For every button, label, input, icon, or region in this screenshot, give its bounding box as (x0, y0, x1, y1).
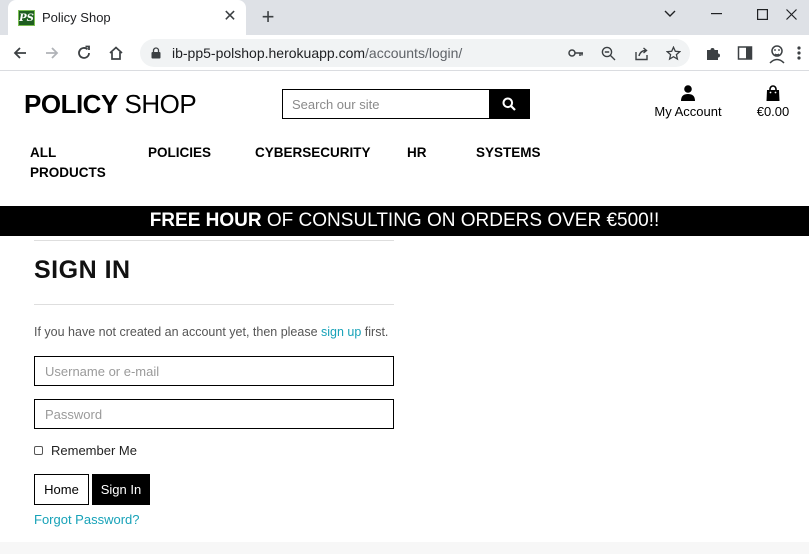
url-host: ib-pp5-polshop.herokuapp.com (172, 45, 366, 61)
divider-top (34, 240, 394, 241)
logo-bold-text: POLICY (24, 89, 118, 119)
sign-in-button[interactable]: Sign In (92, 474, 150, 505)
promo-text: OF CONSULTING ON ORDERS OVER €500!! (261, 210, 660, 231)
promo-bold: FREE HOUR (149, 210, 262, 231)
search-icon (502, 97, 516, 111)
hint-prefix: If you have not created an account yet, … (34, 325, 321, 339)
tab-search-icon[interactable] (647, 0, 693, 28)
password-field[interactable] (34, 399, 394, 429)
nav-systems[interactable]: SYSTEMS (476, 143, 541, 163)
my-account-link[interactable]: My Account (652, 85, 724, 119)
remember-me-checkbox[interactable] (34, 446, 43, 455)
site-logo[interactable]: POLICY SHOP (24, 89, 197, 120)
user-icon (681, 85, 695, 101)
signup-link[interactable]: sign up (321, 325, 361, 339)
back-icon[interactable] (6, 39, 34, 67)
sidepanel-icon[interactable] (731, 39, 759, 67)
logo-light-text: SHOP (124, 89, 197, 119)
hint-suffix: first. (361, 325, 389, 339)
star-icon[interactable] (663, 43, 683, 63)
username-field[interactable] (34, 356, 394, 386)
page-title: SIGN IN (34, 256, 131, 284)
cart-total: €0.00 (756, 104, 790, 119)
zoom-out-icon[interactable] (598, 43, 618, 63)
signup-hint: If you have not created an account yet, … (34, 325, 388, 339)
nav-policies[interactable]: POLICIES (148, 143, 211, 163)
key-icon[interactable] (566, 43, 586, 63)
tab-close-icon[interactable]: ✕ (221, 8, 239, 26)
share-icon[interactable] (631, 43, 651, 63)
forward-icon[interactable] (38, 39, 66, 67)
nav-all-products-line1: ALL (30, 145, 57, 160)
cart-link[interactable]: €0.00 (748, 85, 798, 119)
home-button[interactable]: Home (34, 474, 89, 505)
nav-hr[interactable]: HR (407, 143, 427, 163)
minimize-icon[interactable] (693, 0, 739, 28)
site-search (282, 89, 530, 119)
divider-title (34, 304, 394, 305)
nav-all-products-line2: PRODUCTS (30, 165, 106, 180)
address-bar[interactable]: ib-pp5-polshop.herokuapp.com/accounts/lo… (140, 39, 690, 67)
extensions-icon[interactable] (699, 39, 727, 67)
profile-icon[interactable] (763, 39, 791, 67)
home-icon[interactable] (102, 39, 130, 67)
browser-toolbar: ib-pp5-polshop.herokuapp.com/accounts/lo… (0, 35, 809, 71)
menu-icon[interactable] (789, 39, 809, 67)
new-tab-icon[interactable]: + (256, 6, 280, 30)
reload-icon[interactable] (70, 39, 98, 67)
browser-tab[interactable]: PS Policy Shop ✕ (8, 0, 246, 35)
my-account-label: My Account (654, 104, 722, 119)
close-window-icon[interactable] (773, 0, 809, 28)
remember-me-label: Remember Me (51, 443, 137, 458)
main-nav: ALL PRODUCTS POLICIES CYBERSECURITY HR S… (0, 143, 809, 187)
browser-tab-bar: PS Policy Shop ✕ + (0, 0, 809, 35)
forgot-password-link[interactable]: Forgot Password? (34, 512, 140, 527)
nav-all-products[interactable]: ALL PRODUCTS (30, 143, 106, 183)
remember-me: Remember Me (34, 443, 137, 458)
url-path: /accounts/login/ (365, 45, 463, 61)
url-text[interactable]: ib-pp5-polshop.herokuapp.com/accounts/lo… (172, 45, 462, 61)
footer-strip (0, 542, 809, 554)
search-button[interactable] (489, 90, 529, 118)
favicon-icon: PS (18, 10, 35, 26)
tab-title: Policy Shop (42, 10, 111, 25)
search-input[interactable] (283, 90, 489, 118)
shopping-bag-icon (766, 85, 780, 101)
lock-icon[interactable] (146, 43, 166, 63)
promo-banner: FREE HOUR OF CONSULTING ON ORDERS OVER €… (0, 206, 809, 236)
nav-cybersecurity[interactable]: CYBERSECURITY (255, 143, 371, 163)
